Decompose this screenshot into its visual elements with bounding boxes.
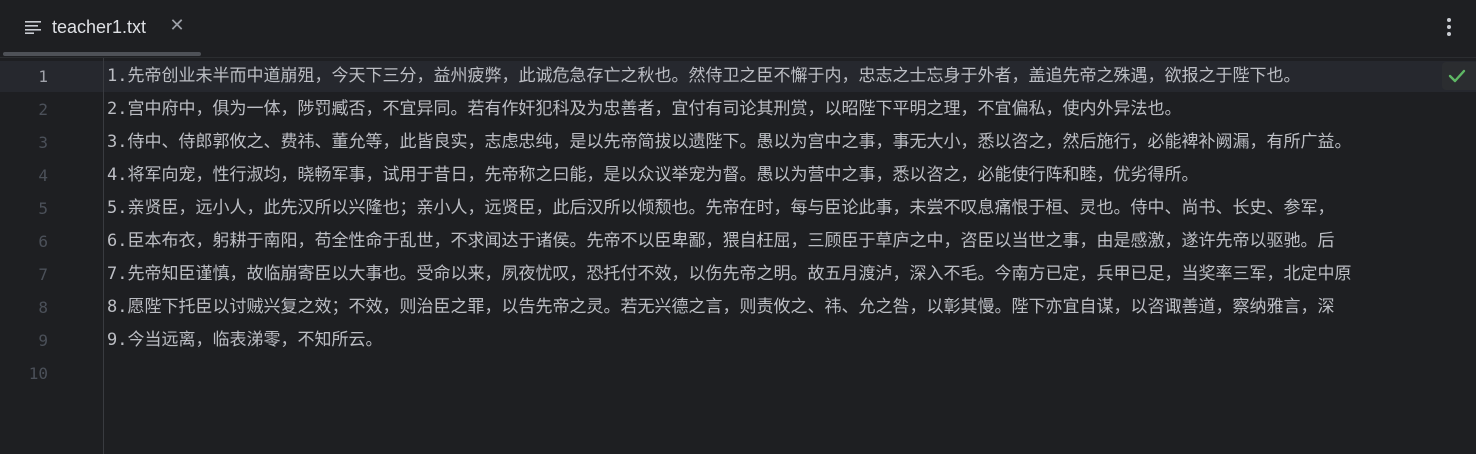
gutter-divider — [103, 58, 104, 454]
line-number: 2 — [38, 100, 48, 119]
line-number: 9 — [38, 331, 48, 350]
text-line[interactable]: 1.先帝创业未半而中道崩殂，今天下三分，益州疲弊，此诚危急存亡之秋也。然侍卫之臣… — [107, 60, 1300, 93]
line-number: 8 — [38, 298, 48, 317]
editor-window: teacher1.txt ✕ 1 2 3 4 5 6 7 8 9 10 1.先帝… — [0, 0, 1476, 454]
text-line[interactable]: 9.今当远离，临表涕零，不知所云。 — [107, 324, 382, 357]
inspection-widget[interactable] — [1442, 62, 1476, 90]
line-number-gutter[interactable]: 1 2 3 4 5 6 7 8 9 10 — [0, 58, 103, 454]
text-line[interactable]: 8.愿陛下托臣以讨贼兴复之效；不效，则治臣之罪，以告先帝之灵。若无兴德之言，则责… — [107, 291, 1334, 324]
line-number: 5 — [38, 199, 48, 218]
tab-title: teacher1.txt — [52, 17, 147, 37]
text-line[interactable]: 7.先帝知臣谨慎，故临崩寄臣以大事也。受命以来，夙夜忧叹，恐托付不效，以伤先帝之… — [107, 258, 1351, 291]
text-line[interactable]: 4.将军向宠，性行淑均，晓畅军事，试用于昔日，先帝称之曰能，是以众议举宠为督。愚… — [107, 159, 1198, 192]
tab-bar: teacher1.txt ✕ — [0, 0, 1476, 58]
close-icon[interactable]: ✕ — [169, 16, 185, 36]
line-number: 1 — [38, 67, 48, 86]
line-number: 4 — [38, 166, 48, 185]
text-line[interactable]: 6.臣本布衣，躬耕于南阳，苟全性命于乱世，不求闻达于诸侯。先帝不以臣卑鄙，猥自枉… — [107, 225, 1334, 258]
more-vertical-icon[interactable] — [1438, 14, 1460, 42]
checkmark-icon — [1448, 69, 1466, 83]
line-number: 7 — [38, 265, 48, 284]
text-editor[interactable]: 1 2 3 4 5 6 7 8 9 10 1.先帝创业未半而中道崩殂，今天下三分… — [0, 58, 1476, 454]
text-line[interactable]: 5.亲贤臣，远小人，此先汉所以兴隆也；亲小人，远贤臣，此后汉所以倾颓也。先帝在时… — [107, 192, 1334, 225]
tab-teacher1[interactable]: teacher1.txt ✕ — [0, 0, 201, 58]
line-number: 10 — [28, 364, 48, 383]
line-number: 6 — [38, 232, 48, 251]
active-tab-indicator — [3, 52, 201, 56]
text-line[interactable]: 3.侍中、侍郎郭攸之、费祎、董允等，此皆良实，志虑忠纯，是以先帝简拔以遗陛下。愚… — [107, 126, 1351, 159]
text-file-icon — [25, 21, 41, 34]
line-number: 3 — [38, 133, 48, 152]
code-area[interactable]: 1.先帝创业未半而中道崩殂，今天下三分，益州疲弊，此诚危急存亡之秋也。然侍卫之臣… — [107, 58, 1476, 454]
text-line[interactable]: 2.宫中府中，俱为一体，陟罚臧否，不宜异同。若有作奸犯科及为忠善者，宜付有司论其… — [107, 93, 1181, 126]
